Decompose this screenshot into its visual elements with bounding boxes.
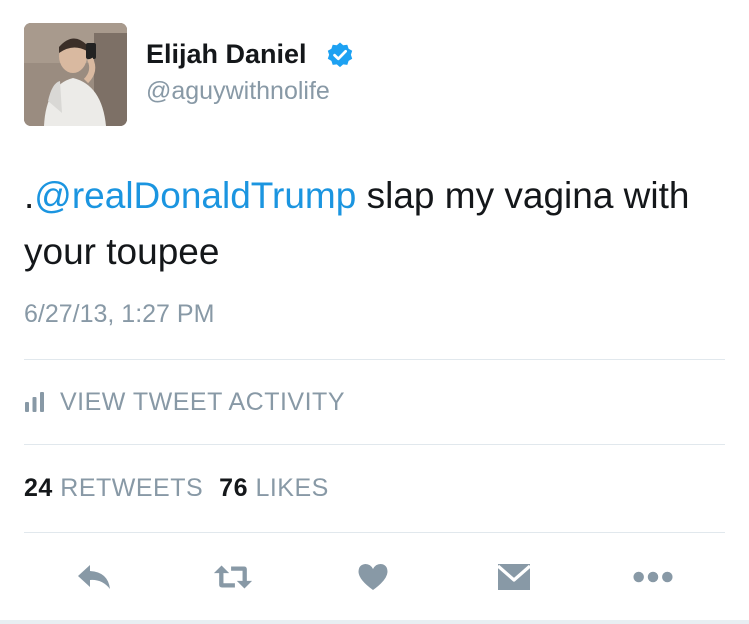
avatar[interactable] [24,23,127,126]
likes-stat[interactable]: 76 LIKES [219,474,329,502]
tweet-text-prefix: . [24,175,35,216]
divider [24,444,725,445]
user-handle[interactable]: @aguywithnolife [146,77,330,106]
heart-icon [358,564,388,590]
bottom-border [0,620,749,624]
retweets-count: 24 [24,474,53,502]
likes-count: 76 [219,474,248,502]
mention-link[interactable]: @realDonaldTrump [34,175,356,216]
likes-label: LIKES [255,474,329,502]
avatar-photo [24,23,127,126]
tweet-detail: Elijah Daniel @aguywithnolife .@realDona… [0,0,749,624]
retweets-label: RETWEETS [60,474,204,502]
view-tweet-activity-label: VIEW TWEET ACTIVITY [60,387,346,416]
verified-badge-icon [327,42,353,68]
envelope-icon [496,564,532,590]
view-tweet-activity-button[interactable]: VIEW TWEET ACTIVITY [24,386,345,418]
reply-icon [78,565,110,589]
timestamp[interactable]: 6/27/13, 1:27 PM [24,300,214,329]
divider [24,359,725,360]
retweet-button[interactable] [212,556,254,598]
more-dots-icon [633,571,673,583]
tweet-actions-bar [0,548,749,604]
divider [24,532,725,533]
retweet-icon [213,565,253,589]
display-name[interactable]: Elijah Daniel [146,39,307,70]
reply-button[interactable] [74,556,116,598]
more-options-button[interactable] [632,556,674,598]
retweets-stat[interactable]: 24 RETWEETS [24,474,203,502]
bar-chart-icon [25,392,44,412]
like-button[interactable] [352,556,394,598]
tweet-text: .@realDonaldTrump slap my vagina with yo… [24,168,724,280]
direct-message-button[interactable] [493,556,535,598]
tweet-stats: 24 RETWEETS 76 LIKES [24,474,329,503]
